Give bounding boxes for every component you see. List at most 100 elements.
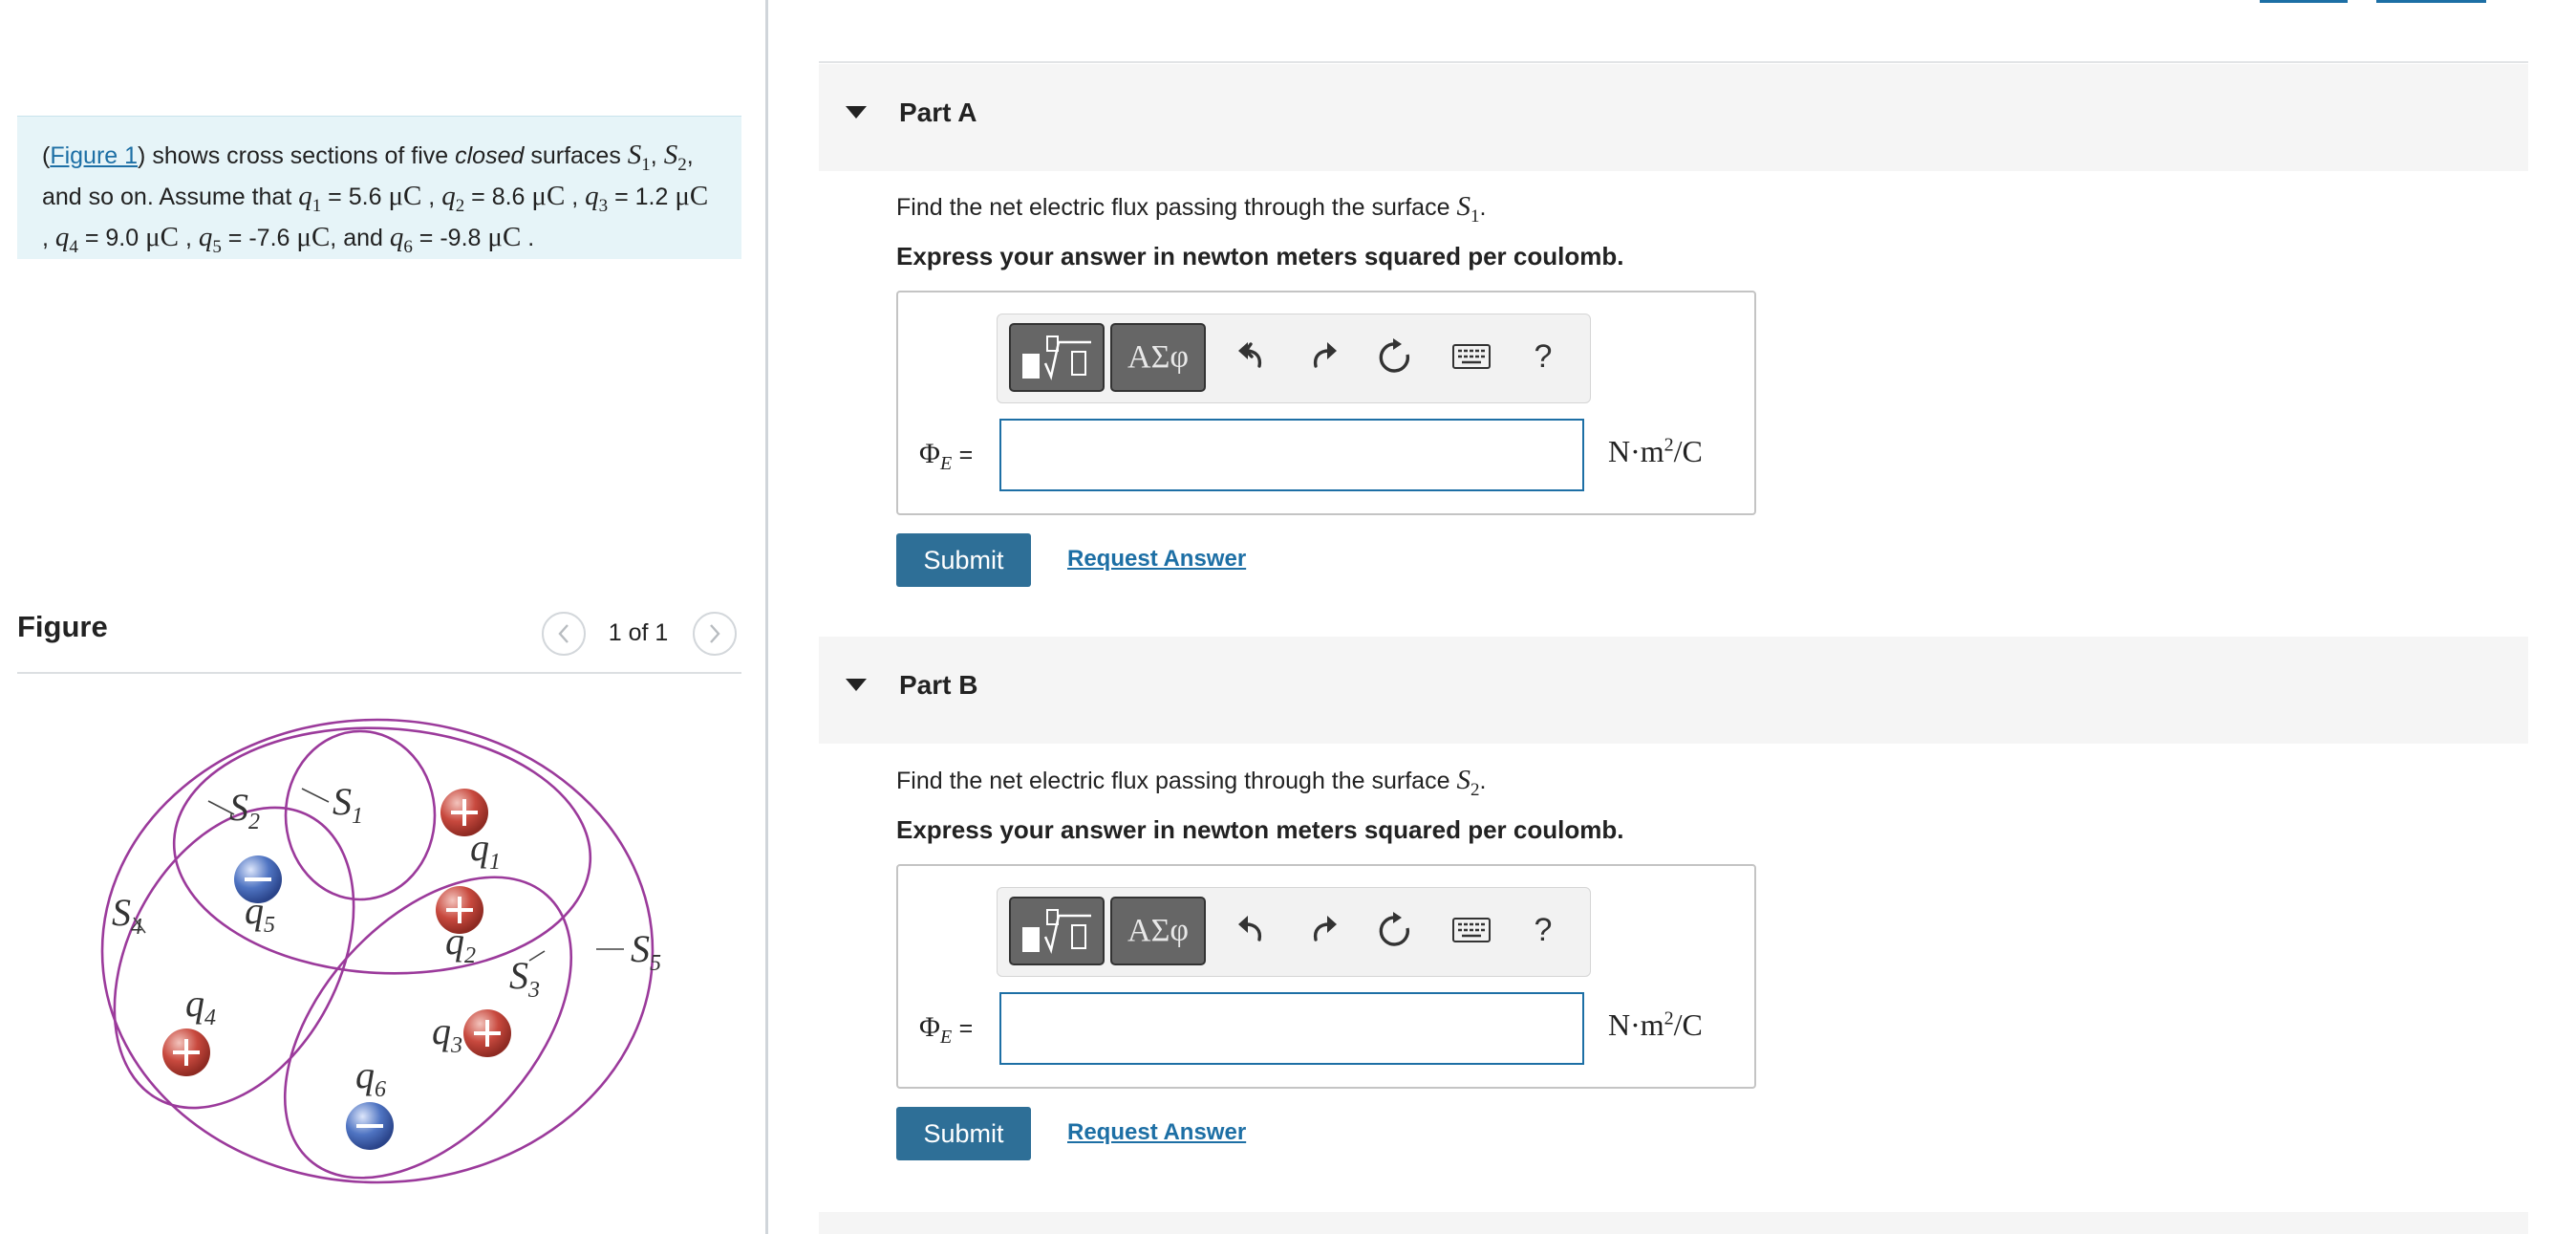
leader-s3 [528, 950, 546, 962]
q3-value: 1.2 [634, 183, 669, 210]
q1-unit: μC [388, 180, 422, 211]
part-a-answer-box: ΑΣφ ? ΦE = N·m2/C [896, 291, 1756, 515]
templates-button[interactable] [1009, 323, 1105, 392]
q6-value: -9.8 [440, 224, 482, 251]
q1-value: 5.6 [348, 183, 382, 210]
label-s4: S4 [112, 891, 142, 940]
part-b-question: Find the net electric flux passing throu… [896, 765, 1487, 800]
part-b-surface: S2 [1456, 765, 1480, 800]
label-q3: q3 [432, 1009, 462, 1058]
math-s2: S2 [663, 140, 687, 175]
next-figure-button[interactable] [693, 612, 737, 656]
top-divider [819, 61, 2528, 63]
top-nav-underline-2 [2376, 0, 2486, 3]
q5-value: -7.6 [248, 224, 290, 251]
redo-button[interactable] [1299, 905, 1348, 955]
caret-down-icon [846, 679, 867, 691]
column-divider[interactable] [765, 0, 768, 1234]
figure-divider [17, 672, 741, 674]
part-b-math-toolbar: ΑΣφ ? [997, 887, 1591, 977]
q3-unit: μC [675, 180, 709, 211]
keyboard-icon [1452, 344, 1491, 369]
figure-link[interactable]: Figure 1 [50, 142, 138, 169]
part-a-units: N·m2/C [1608, 434, 1703, 468]
left-column: (Figure 1) shows cross sections of five … [0, 0, 767, 1234]
and-text: , and [330, 224, 383, 251]
problem-text-3: and so on. Assume that [42, 183, 292, 210]
label-s3: S3 [509, 954, 540, 1003]
figure-panel-title: Figure [17, 610, 108, 643]
part-a-surface: S1 [1456, 191, 1480, 227]
greek-symbols-button[interactable]: ΑΣφ [1110, 897, 1206, 965]
part-b-answer-label: ΦE = [919, 1011, 974, 1048]
label-q1: q1 [470, 826, 501, 875]
problem-text-2: surfaces [530, 142, 621, 169]
reset-button[interactable] [1370, 905, 1420, 955]
math-q4: q4 [54, 221, 78, 257]
surface-s2 [172, 726, 592, 975]
part-b-answer-input[interactable] [999, 992, 1584, 1065]
undo-button[interactable] [1227, 905, 1277, 955]
templates-icon [1022, 909, 1091, 955]
undo-icon [1238, 342, 1262, 368]
caret-down-icon [846, 106, 867, 119]
redo-icon [1313, 342, 1337, 368]
previous-figure-button[interactable] [542, 612, 586, 656]
part-b-request-answer-link[interactable]: Request Answer [1067, 1119, 1246, 1146]
part-a-answer-label: ΦE = [919, 438, 974, 474]
part-b-submit-button[interactable]: Submit [896, 1107, 1031, 1160]
math-q3: q3 [585, 180, 609, 216]
keyboard-button[interactable] [1447, 905, 1496, 955]
q2-value: 8.6 [491, 183, 526, 210]
undo-button[interactable] [1227, 332, 1277, 381]
figure-pager-text: 1 of 1 [608, 619, 669, 646]
math-q2: q2 [441, 180, 465, 216]
part-a-answer-input[interactable] [999, 419, 1584, 491]
part-b-instruction: Express your answer in newton meters squ… [896, 815, 1624, 844]
math-q6: q6 [389, 221, 413, 257]
reset-icon [1379, 338, 1410, 373]
help-button[interactable]: ? [1518, 332, 1568, 381]
part-b-header[interactable]: Part B [819, 637, 2528, 744]
surface-s3 [283, 876, 573, 1180]
problem-text-1: shows cross sections of five [152, 142, 449, 169]
undo-icon [1238, 916, 1262, 942]
q4-value: 9.0 [105, 224, 140, 251]
help-button[interactable]: ? [1518, 905, 1568, 955]
greek-symbols-button[interactable]: ΑΣφ [1110, 323, 1206, 392]
gauss-surfaces-figure: S2 S1 S4 S3 S5 q1 q2 q3 q4 q5 q6 [100, 718, 661, 1184]
redo-icon [1313, 916, 1337, 942]
keyboard-button[interactable] [1447, 332, 1496, 381]
charge-q3-positive [463, 1009, 511, 1057]
part-b-units: N·m2/C [1608, 1007, 1703, 1042]
next-part-header-edge[interactable] [819, 1212, 2528, 1234]
label-q4: q4 [185, 982, 216, 1030]
problem-statement: (Figure 1) shows cross sections of five … [17, 116, 741, 259]
part-a-math-toolbar: ΑΣφ ? [997, 314, 1591, 403]
charge-q4-positive [162, 1028, 210, 1076]
math-s1: S1 [627, 140, 651, 175]
math-q5: q5 [198, 221, 222, 257]
part-a-title: Part A [899, 97, 977, 127]
part-a-submit-button[interactable]: Submit [896, 533, 1031, 587]
chevron-right-icon [710, 624, 720, 643]
reset-icon [1379, 912, 1410, 946]
part-b-title: Part B [899, 670, 978, 700]
part-b-answer-box: ΑΣφ ? ΦE = N·m2/C [896, 864, 1756, 1089]
chevron-left-icon [558, 624, 569, 643]
top-nav-underline-1 [2260, 0, 2348, 3]
keyboard-icon [1452, 918, 1491, 942]
part-a-request-answer-link[interactable]: Request Answer [1067, 546, 1246, 573]
reset-button[interactable] [1370, 332, 1420, 381]
part-a-header[interactable]: Part A [819, 64, 2528, 171]
label-s1: S1 [333, 780, 363, 829]
q4-unit: μC [145, 221, 180, 252]
templates-button[interactable] [1009, 897, 1105, 965]
charge-q6-negative [346, 1102, 394, 1150]
templates-icon [1022, 336, 1091, 381]
q6-unit: μC [487, 221, 522, 252]
q2-unit: μC [531, 180, 566, 211]
redo-button[interactable] [1299, 332, 1348, 381]
math-q1: q1 [298, 180, 322, 216]
label-s5: S5 [631, 927, 661, 976]
